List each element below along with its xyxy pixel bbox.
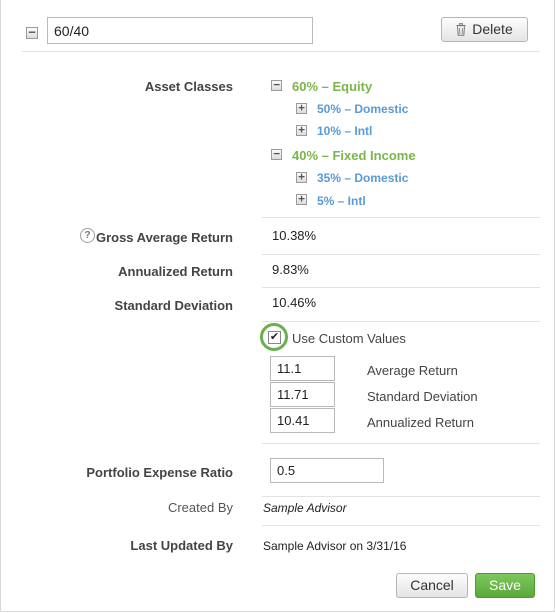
standard-deviation-value: 10.46%	[272, 295, 317, 310]
last-updated-by-label: Last Updated By	[130, 538, 233, 553]
created-by-value: Sample Advisor	[263, 501, 347, 515]
annualized-return-value: 9.83%	[272, 262, 309, 277]
gross-average-return-value: 10.38%	[272, 228, 317, 243]
expense-ratio-input[interactable]	[270, 458, 384, 483]
cancel-button[interactable]: Cancel	[396, 573, 468, 598]
fixed-domestic-expand-toggle[interactable]: +	[296, 171, 307, 183]
equity-intl-link[interactable]: 10% – Intl	[317, 124, 372, 138]
collapse-toggle[interactable]: −	[26, 26, 38, 39]
created-by-label: Created By	[167, 500, 233, 515]
fixed-intl-expand-toggle[interactable]: +	[296, 193, 307, 205]
standard-deviation-field-label: Standard Deviation	[367, 389, 478, 404]
divider	[262, 496, 540, 497]
help-icon[interactable]: ?	[80, 228, 95, 243]
divider	[262, 321, 540, 322]
fixed-income-group-link[interactable]: 40% – Fixed Income	[292, 148, 416, 163]
equity-domestic-expand-toggle[interactable]: +	[296, 102, 307, 114]
last-updated-by-value: Sample Advisor on 3/31/16	[263, 539, 407, 553]
standard-deviation-label: Standard Deviation	[114, 298, 233, 313]
use-custom-values-checkbox[interactable]: ✔	[268, 331, 281, 344]
divider	[262, 525, 540, 526]
save-button[interactable]: Save	[475, 573, 535, 598]
divider	[262, 254, 540, 255]
average-return-input[interactable]	[270, 356, 335, 381]
gross-average-return-label: Gross Average Return	[95, 230, 233, 245]
delete-label: Delete	[472, 21, 513, 37]
fixed-income-collapse-toggle[interactable]: −	[271, 148, 282, 160]
expense-ratio-label: Portfolio Expense Ratio	[86, 465, 233, 480]
equity-group-link[interactable]: 60% – Equity	[292, 79, 372, 94]
divider	[262, 443, 540, 444]
standard-deviation-input[interactable]	[270, 382, 335, 407]
equity-intl-expand-toggle[interactable]: +	[296, 124, 307, 136]
annualized-return-input[interactable]	[270, 408, 335, 433]
fixed-intl-link[interactable]: 5% – Intl	[317, 194, 366, 208]
annualized-return-field-label: Annualized Return	[367, 415, 474, 430]
portfolio-name-input[interactable]	[47, 17, 313, 44]
fixed-domestic-link[interactable]: 35% – Domestic	[317, 171, 408, 185]
delete-button[interactable]: Delete	[441, 17, 528, 42]
equity-collapse-toggle[interactable]: −	[271, 79, 282, 91]
average-return-field-label: Average Return	[367, 363, 458, 378]
equity-domestic-link[interactable]: 50% – Domestic	[317, 102, 408, 116]
divider	[262, 287, 540, 288]
annualized-return-label: Annualized Return	[118, 264, 233, 279]
divider	[262, 217, 540, 218]
use-custom-values-label[interactable]: Use Custom Values	[292, 331, 406, 346]
header-divider	[22, 51, 540, 52]
asset-classes-label: Asset Classes	[144, 79, 233, 94]
trash-icon	[456, 20, 466, 43]
